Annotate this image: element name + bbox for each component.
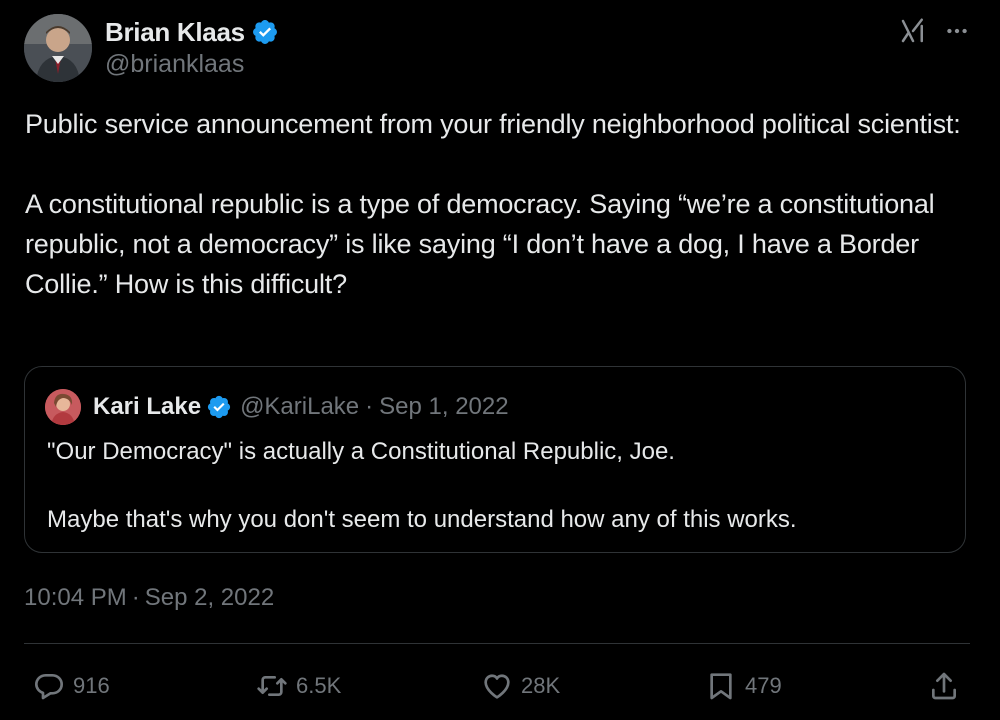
quoted-separator: · [365,393,374,420]
bookmark-button[interactable]: 479 [705,664,782,708]
tweet-date: Sep 2, 2022 [144,584,275,611]
quoted-paragraph-2: Maybe that's why you don't seem to under… [47,506,797,533]
reply-button[interactable]: 916 [33,664,110,708]
quoted-author-handle: @KariLake [240,393,360,420]
author-display-name[interactable]: Brian Klaas [105,17,245,48]
divider [24,643,970,644]
quoted-header: Kari Lake @KariLake · Sep 1, 2022 [93,389,509,425]
quoted-paragraph-1: "Our Democracy" is actually a Constituti… [47,438,675,465]
action-bar: 916 6.5K 28K 479 [0,664,1000,708]
bookmark-icon [710,673,732,700]
tweet-time: 10:04 PM [24,584,127,611]
quoted-author-avatar [45,389,81,425]
quoted-author-name: Kari Lake [93,393,202,420]
share-icon [932,672,956,700]
grok-icon[interactable] [898,16,928,46]
timestamp-separator: · [131,584,140,611]
like-button[interactable]: 28K [481,664,560,708]
repost-button[interactable]: 6.5K [256,664,341,708]
quoted-text: "Our Democracy" is actually a Constituti… [47,435,947,537]
repost-icon [257,676,287,696]
reply-count: 916 [73,673,110,698]
author-handle[interactable]: @brianklaas [105,50,244,79]
tweet-paragraph-2: A constitutional republic is a type of d… [25,189,935,299]
tweet-paragraph-1: Public service announcement from your fr… [25,109,961,139]
more-dots-icon[interactable] [944,18,970,44]
heart-icon [484,674,510,699]
share-button[interactable] [928,664,960,708]
bookmark-count: 479 [745,673,782,698]
reply-icon [35,674,63,700]
tweet-timestamp[interactable]: 10:04 PM · Sep 2, 2022 [24,584,274,612]
tweet-text: Public service announcement from your fr… [25,104,975,304]
repost-count: 6.5K [296,673,342,698]
author-name-row[interactable]: Brian Klaas [105,14,279,50]
header-actions [898,16,970,46]
verified-badge-icon [207,395,231,419]
quoted-tweet-card[interactable]: Kari Lake @KariLake · Sep 1, 2022 "Our D… [24,366,966,553]
like-count: 28K [521,673,561,698]
verified-badge-icon [252,20,277,44]
quoted-date: Sep 1, 2022 [379,393,509,420]
author-avatar[interactable] [24,14,92,82]
